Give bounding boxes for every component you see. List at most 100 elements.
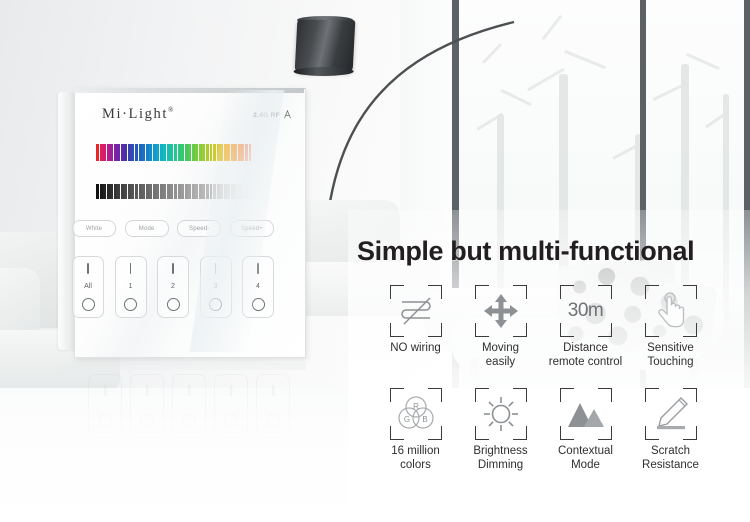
brightness-segment[interactable] [99,184,103,199]
brightness-segment[interactable] [145,184,149,199]
color-segment[interactable] [152,144,156,161]
brightness-segment[interactable] [184,184,188,199]
brightness-segment[interactable] [152,184,156,199]
color-segment[interactable] [156,144,160,161]
brightness-segment[interactable] [213,184,216,199]
color-segment[interactable] [177,144,181,161]
rgb-color-touch-slider[interactable] [96,144,252,161]
color-segment[interactable] [145,144,149,161]
brightness-segment[interactable] [170,184,174,199]
color-segment[interactable] [103,144,107,161]
color-segment[interactable] [230,144,234,161]
color-segment[interactable] [202,144,206,161]
color-segment[interactable] [99,144,103,161]
brightness-segment[interactable] [227,184,231,199]
brightness-segment[interactable] [220,184,224,199]
color-segment[interactable] [110,144,114,161]
brightness-segment[interactable] [120,184,124,199]
color-segment[interactable] [135,144,138,161]
brightness-segment[interactable] [216,184,220,199]
brightness-segment[interactable] [209,184,213,199]
white-button[interactable]: White [72,220,116,237]
power-on-bar-icon[interactable] [172,263,174,274]
brightness-segment[interactable] [181,184,185,199]
color-segment[interactable] [163,144,167,161]
brightness-segment[interactable] [138,184,142,199]
color-segment[interactable] [205,144,209,161]
color-segment[interactable] [138,144,142,161]
brightness-segment[interactable] [241,184,245,199]
brightness-segment[interactable] [163,184,167,199]
color-segment[interactable] [174,144,177,161]
power-off-circle-icon[interactable] [209,298,222,311]
power-off-circle-icon[interactable] [251,298,265,311]
zone-all-button[interactable]: All [72,256,104,318]
brightness-segment[interactable] [234,184,238,199]
brightness-segment[interactable] [124,184,128,199]
power-off-circle-icon[interactable] [124,298,137,311]
color-segment[interactable] [96,144,99,161]
brightness-segment[interactable] [195,184,199,199]
color-segment[interactable] [237,144,241,161]
brightness-segment[interactable] [159,184,163,199]
color-segment[interactable] [241,144,245,161]
brightness-segment[interactable] [223,184,227,199]
color-segment[interactable] [188,144,192,161]
brightness-segment[interactable] [202,184,206,199]
power-on-bar-icon[interactable] [87,263,89,274]
color-segment[interactable] [159,144,163,161]
speed-down-button[interactable]: Speed- [177,220,222,237]
brightness-segment[interactable] [248,184,252,199]
color-segment[interactable] [191,144,195,161]
color-segment[interactable] [184,144,188,161]
color-segment[interactable] [127,144,131,161]
brightness-segment[interactable] [127,184,131,199]
color-segment[interactable] [220,144,224,161]
color-segment[interactable] [106,144,110,161]
brightness-segment[interactable] [110,184,114,199]
power-on-bar-icon[interactable] [129,263,132,274]
color-segment[interactable] [244,144,248,161]
brightness-segment[interactable] [188,184,192,199]
color-segment[interactable] [248,144,252,161]
color-segment[interactable] [142,144,146,161]
power-off-circle-icon[interactable] [166,298,180,311]
zone-3-button[interactable]: 3 [199,256,232,318]
zone-1-button[interactable]: 1 [114,256,147,318]
color-segment[interactable] [195,144,199,161]
brightness-segment[interactable] [244,184,248,199]
brightness-segment[interactable] [96,184,99,199]
speed-up-button[interactable]: Speed+ [229,220,274,237]
color-segment[interactable] [234,144,238,161]
mode-button[interactable]: Mode [124,220,169,237]
color-segment[interactable] [117,144,121,161]
color-segment[interactable] [209,144,213,161]
brightness-segment[interactable] [191,184,195,199]
brightness-touch-slider[interactable] [96,184,252,199]
zone-2-button[interactable]: 2 [157,256,189,318]
brightness-segment[interactable] [174,184,177,199]
color-segment[interactable] [223,144,227,161]
brightness-segment[interactable] [117,184,121,199]
power-off-circle-icon[interactable] [81,298,95,311]
power-on-bar-icon[interactable] [214,263,217,274]
brightness-segment[interactable] [230,184,234,199]
brightness-segment[interactable] [135,184,138,199]
color-segment[interactable] [227,144,231,161]
brightness-segment[interactable] [142,184,146,199]
zone-4-button[interactable]: 4 [242,256,274,318]
color-segment[interactable] [181,144,185,161]
color-segment[interactable] [124,144,128,161]
brightness-segment[interactable] [205,184,209,199]
brightness-segment[interactable] [103,184,107,199]
brightness-segment[interactable] [237,184,241,199]
color-segment[interactable] [120,144,124,161]
brightness-segment[interactable] [131,184,135,199]
color-segment[interactable] [198,144,202,161]
color-segment[interactable] [216,144,220,161]
mi-light-touch-panel[interactable]: Mi·Light® 2.4G RF White Mode Speed- Speed+ … [58,88,306,358]
brightness-segment[interactable] [198,184,202,199]
power-on-bar-icon[interactable] [257,263,259,274]
brightness-segment[interactable] [106,184,110,199]
color-segment[interactable] [166,144,170,161]
